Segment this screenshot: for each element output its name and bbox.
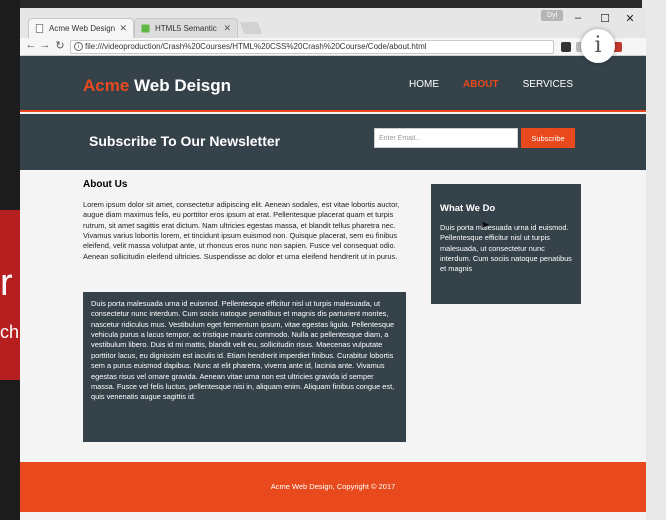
brand-highlight: Acme bbox=[83, 76, 130, 95]
nav-home[interactable]: Home bbox=[409, 79, 439, 90]
close-window-icon[interactable]: ✕ bbox=[620, 12, 640, 25]
nav-services[interactable]: Services bbox=[523, 79, 573, 90]
maximize-icon[interactable]: ☐ bbox=[595, 12, 615, 25]
sidebar: What We Do Duis porta malesuada urna id … bbox=[431, 184, 581, 304]
dark-text-box: Duis porta malesuada urna id euismod. Pe… bbox=[83, 292, 406, 442]
info-icon[interactable]: i bbox=[74, 42, 83, 51]
tab-label: Acme Web Design | Abou bbox=[49, 24, 116, 33]
desktop-background-text: ch bbox=[0, 322, 20, 342]
forward-arrow-icon[interactable]: → bbox=[38, 39, 52, 51]
browser-window: Acme Web Design | Abou ✕ HTML5 Semantic … bbox=[20, 8, 646, 520]
page-icon bbox=[35, 24, 44, 33]
site-footer: Acme Web Design, Copyright © 2017 bbox=[20, 462, 646, 512]
html5-favicon-icon bbox=[141, 24, 150, 33]
tab-strip: Acme Web Design | Abou ✕ HTML5 Semantic … bbox=[20, 8, 646, 38]
page-title: About Us bbox=[83, 179, 128, 190]
sidebar-title: What We Do bbox=[440, 203, 496, 214]
web-page: Acme Web Deisgn Home About Services Subs… bbox=[20, 56, 646, 520]
tab-html5-semantic[interactable]: HTML5 Semantic Elemen ✕ bbox=[134, 18, 238, 38]
info-overlay-icon[interactable]: i bbox=[581, 29, 615, 63]
main-nav: Home About Services bbox=[409, 79, 573, 90]
tab-about[interactable]: Acme Web Design | Abou ✕ bbox=[28, 18, 134, 38]
close-tab-icon[interactable]: ✕ bbox=[223, 23, 231, 34]
back-arrow-icon[interactable]: ← bbox=[24, 39, 38, 51]
site-logo[interactable]: Acme Web Deisgn bbox=[83, 76, 231, 96]
newsletter-section: Subscribe To Our Newsletter Subscribe bbox=[20, 114, 646, 170]
reload-icon[interactable]: ↻ bbox=[53, 39, 67, 52]
mouse-cursor-icon: ➤ bbox=[481, 220, 490, 231]
footer-copyright: Acme Web Design, Copyright © 2017 bbox=[270, 482, 396, 491]
tab-label: HTML5 Semantic Elemen bbox=[155, 24, 219, 33]
subscribe-button[interactable]: Subscribe bbox=[521, 128, 575, 148]
close-tab-icon[interactable]: ✕ bbox=[119, 23, 127, 34]
email-field[interactable] bbox=[374, 128, 518, 148]
sidebar-text: Duis porta malesuada urna id euismod. Pe… bbox=[440, 223, 572, 274]
new-tab-button[interactable] bbox=[239, 22, 263, 34]
brand-rest: Web Deisgn bbox=[129, 76, 232, 95]
main-column: About Us Lorem ipsum dolor sit amet, con… bbox=[83, 179, 409, 262]
nav-about[interactable]: About bbox=[463, 79, 499, 90]
extension-icon[interactable] bbox=[561, 42, 571, 52]
about-paragraph: Lorem ipsum dolor sit amet, consectetur … bbox=[83, 200, 400, 261]
site-header: Acme Web Deisgn Home About Services bbox=[20, 56, 646, 112]
address-toolbar: ← → ↻ i file:///videoproduction/Crash%20… bbox=[20, 38, 646, 56]
newsletter-title: Subscribe To Our Newsletter bbox=[89, 133, 281, 149]
desktop-background-letter: r bbox=[0, 262, 13, 304]
minimize-icon[interactable]: – bbox=[568, 12, 588, 24]
user-profile-badge[interactable]: Dyl bbox=[541, 10, 563, 21]
url-text: file:///videoproduction/Crash%20Courses/… bbox=[85, 42, 427, 51]
url-bar[interactable]: i file:///videoproduction/Crash%20Course… bbox=[70, 40, 600, 54]
